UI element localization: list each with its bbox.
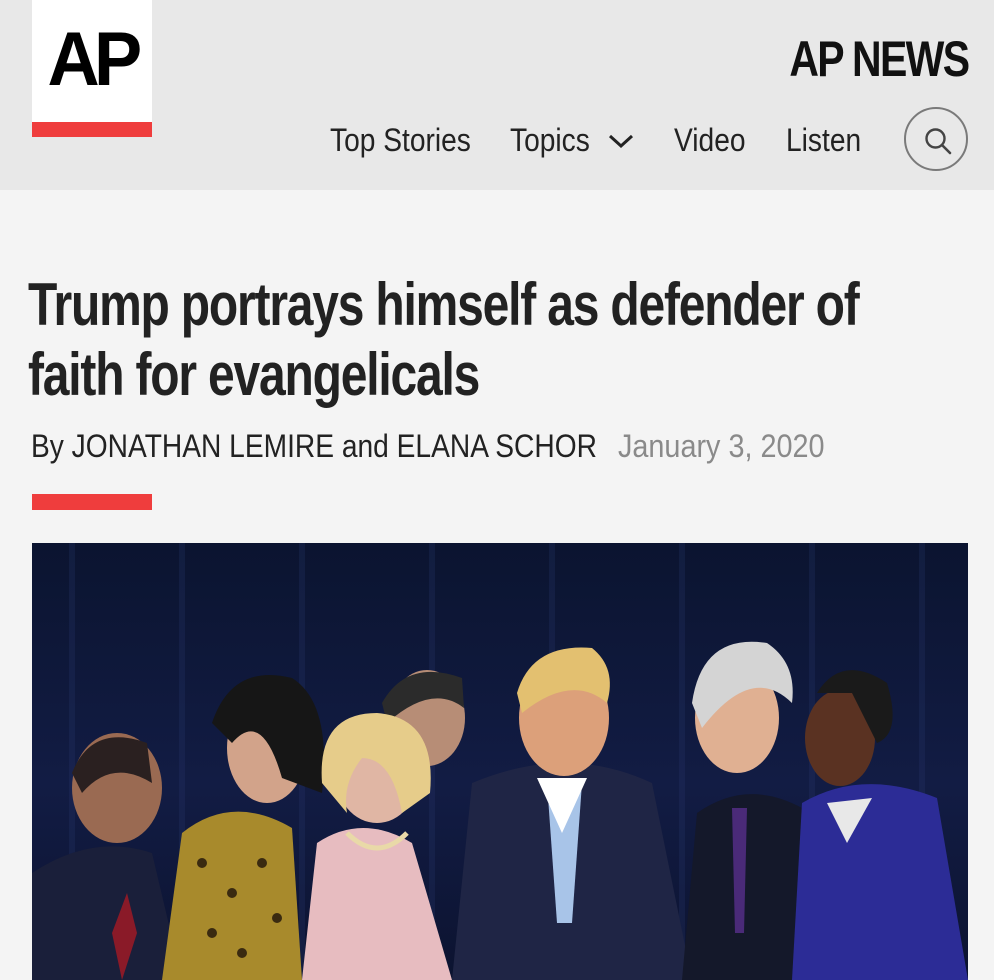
- nav-top-stories-label: Top Stories: [330, 122, 471, 158]
- search-button[interactable]: [904, 107, 968, 171]
- byline-authors[interactable]: JONATHAN LEMIRE and ELANA SCHOR: [72, 428, 597, 464]
- nav-top-stories[interactable]: Top Stories: [330, 118, 490, 162]
- nav-listen-label: Listen: [786, 122, 862, 158]
- article-headline: Trump portrays himself as defender of fa…: [28, 271, 860, 408]
- photo-illustration: [32, 543, 968, 980]
- article-accent-bar: [32, 494, 152, 510]
- nav-listen[interactable]: Listen: [786, 118, 871, 162]
- brand-title[interactable]: AP NEWS: [789, 34, 970, 84]
- publish-date: January 3, 2020: [618, 428, 825, 464]
- chevron-down-icon[interactable]: [608, 132, 634, 150]
- ap-logo[interactable]: AP: [32, 0, 152, 137]
- byline: By JONATHAN LEMIRE and ELANA SCHOR: [31, 428, 597, 464]
- nav-video-label: Video: [674, 122, 746, 158]
- byline-prefix: By: [31, 428, 64, 464]
- site-header: AP AP NEWS Top Stories Topics Video List…: [0, 0, 994, 190]
- nav-video[interactable]: Video: [674, 118, 755, 162]
- nav-topics-label: Topics: [510, 122, 590, 158]
- logo-accent-bar: [32, 122, 152, 137]
- logo-text: AP: [47, 17, 143, 102]
- search-icon: [925, 128, 952, 155]
- nav-topics[interactable]: Topics: [510, 118, 601, 162]
- article-photo[interactable]: [32, 543, 968, 980]
